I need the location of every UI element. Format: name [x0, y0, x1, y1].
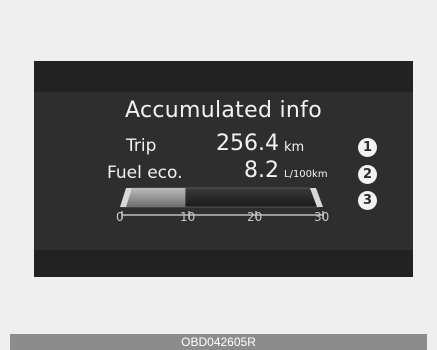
fuel-eco-gauge	[120, 187, 324, 219]
gauge-tick-label-30: 30	[314, 210, 330, 224]
page-margin-top	[0, 0, 437, 61]
gauge-tick-label-20: 20	[247, 210, 263, 224]
gauge-tick-label-0: 0	[116, 210, 124, 224]
cluster-display: Accumulated info Trip 256.4 km 1 Fuel ec…	[34, 61, 413, 277]
display-bottom-band	[34, 250, 413, 277]
gauge-tick-label-10: 10	[180, 210, 196, 224]
figure-code-footer: OBD042605R	[10, 334, 427, 350]
gauge-fill	[122, 188, 186, 207]
callout-marker-3: 3	[358, 191, 377, 210]
